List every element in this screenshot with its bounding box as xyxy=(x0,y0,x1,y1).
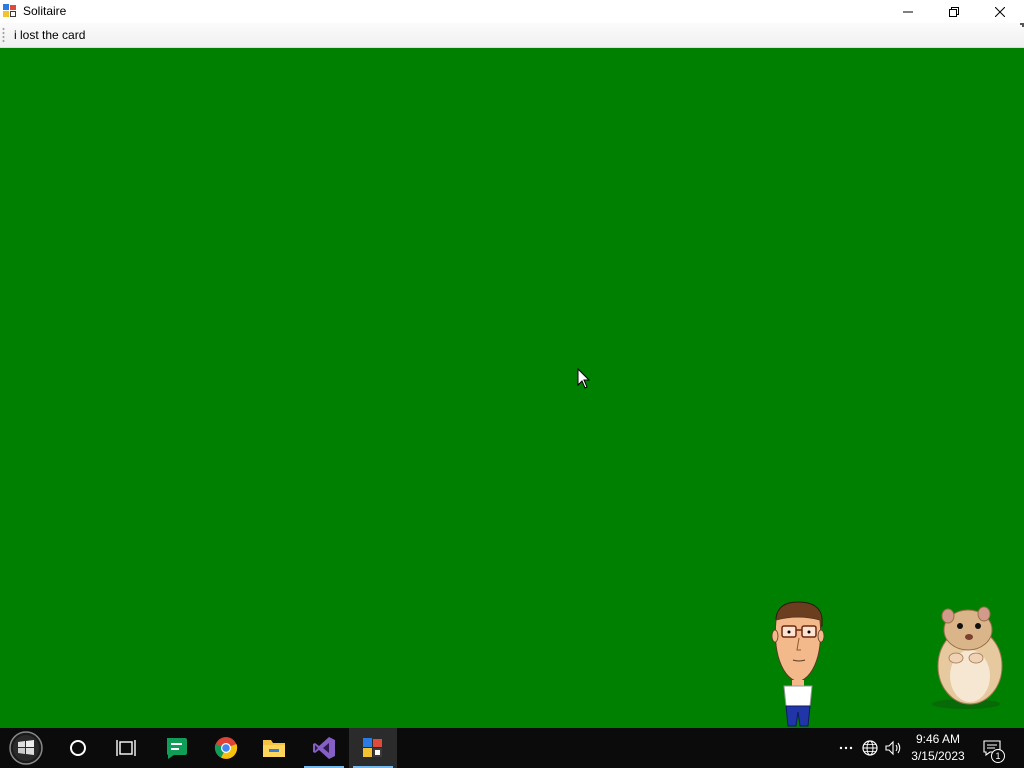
start-windows-logo-icon xyxy=(9,731,43,765)
hamster-mascot xyxy=(932,606,1003,709)
more-dots-icon[interactable] xyxy=(836,738,856,758)
chat-app-taskbar-button[interactable] xyxy=(152,728,200,768)
restore-button[interactable] xyxy=(931,0,977,23)
task-view-button[interactable] xyxy=(102,728,150,768)
solitaire-app-icon xyxy=(363,738,382,757)
cortana-search-button[interactable] xyxy=(54,728,102,768)
window-title: Solitaire xyxy=(23,4,67,18)
close-icon xyxy=(995,6,1005,17)
volume-icon[interactable] xyxy=(884,738,904,758)
visual-studio-taskbar-button[interactable] xyxy=(300,728,348,768)
close-button[interactable] xyxy=(977,0,1023,23)
minimize-button[interactable] xyxy=(885,0,931,23)
menu-corner-marker xyxy=(1020,23,1024,27)
start-button[interactable] xyxy=(2,728,50,768)
chrome-icon xyxy=(214,737,238,759)
restore-icon xyxy=(949,6,959,17)
clock-date: 3/15/2023 xyxy=(911,749,965,763)
visual-studio-icon xyxy=(313,737,335,759)
window-title-bar[interactable]: Solitaire xyxy=(0,0,1024,23)
menu-grip-handle[interactable] xyxy=(2,27,5,43)
file-explorer-icon xyxy=(263,740,285,757)
notification-count-badge: 1 xyxy=(991,749,1005,763)
cortana-search-circle-icon xyxy=(70,740,86,756)
solitaire-app-icon xyxy=(3,4,17,18)
chrome-taskbar-button[interactable] xyxy=(202,728,250,768)
mouse-cursor-icon xyxy=(577,368,591,389)
solitaire-taskbar-button[interactable] xyxy=(349,728,397,768)
menu-strip: i lost the card xyxy=(0,23,1024,48)
system-clock[interactable]: 9:46 AM 3/15/2023 xyxy=(902,731,974,765)
green-chat-app-icon xyxy=(167,738,187,759)
network-globe-icon[interactable] xyxy=(860,738,880,758)
task-view-icon xyxy=(116,740,136,756)
cartoon-man-mascot xyxy=(771,601,825,727)
game-board[interactable] xyxy=(0,48,1024,728)
menu-item-lost-card[interactable]: i lost the card xyxy=(14,28,85,42)
taskbar: 9:46 AM 3/15/2023 xyxy=(0,728,1024,768)
minimize-icon xyxy=(903,11,913,12)
clock-time: 9:46 AM xyxy=(915,732,961,746)
file-explorer-taskbar-button[interactable] xyxy=(250,728,298,768)
